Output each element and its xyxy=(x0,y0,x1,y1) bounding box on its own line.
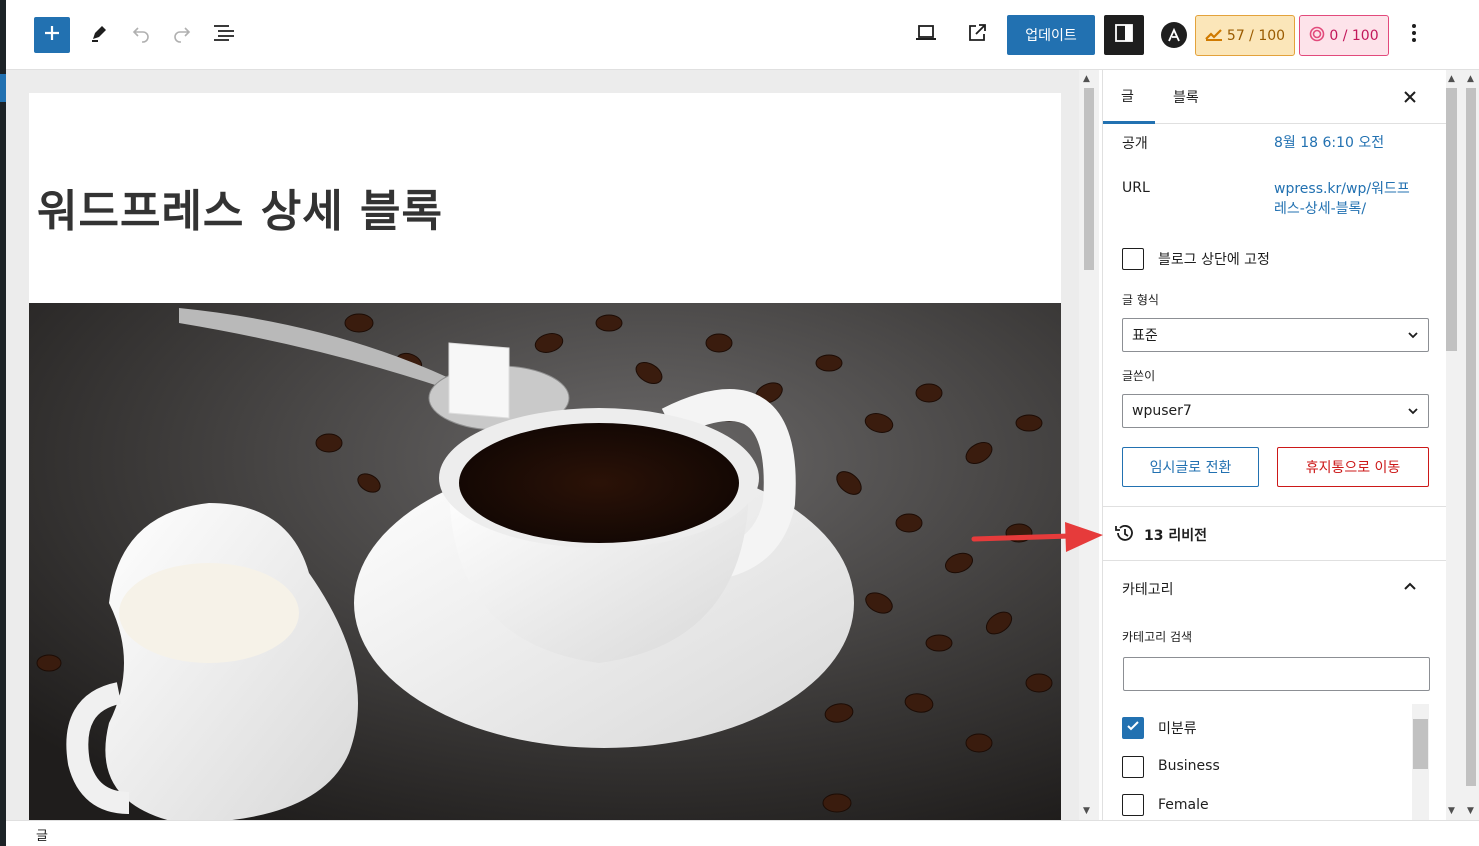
category-list-scrollbar[interactable] xyxy=(1412,704,1429,820)
chevron-down-icon xyxy=(1407,329,1419,345)
post-title[interactable]: 워드프레스 상세 블록 xyxy=(37,175,443,239)
coffee-photo xyxy=(29,303,1061,820)
featured-image-block[interactable] xyxy=(29,303,1061,820)
scroll-down-arrow-icon[interactable]: ▼ xyxy=(1467,806,1474,816)
category-label: Female xyxy=(1158,797,1209,813)
redo-button[interactable] xyxy=(164,17,200,53)
readability-icon xyxy=(1309,26,1325,46)
sidebar-scrollbar-thumb[interactable] xyxy=(1446,88,1457,351)
move-to-trash-label: 휴지통으로 이동 xyxy=(1305,460,1401,476)
options-button[interactable] xyxy=(1396,17,1432,53)
close-icon xyxy=(1403,85,1417,109)
settings-sidebar: 글 블록 공개 8월 18 6:10 오전 URL wpress.kr/wp/워… xyxy=(1102,70,1446,820)
sidebar-toggle-icon xyxy=(1114,23,1134,47)
preview-button[interactable] xyxy=(908,17,944,53)
visibility-label: 공개 xyxy=(1122,136,1148,152)
category-search-input[interactable] xyxy=(1123,657,1430,691)
move-to-trash-button[interactable]: 휴지통으로 이동 xyxy=(1277,447,1429,487)
category-search-label: 카테고리 검색 xyxy=(1122,630,1193,644)
breadcrumb-item-post[interactable]: 글 xyxy=(36,829,48,844)
scroll-up-arrow-icon[interactable]: ▲ xyxy=(1467,74,1474,84)
post-format-value: 표준 xyxy=(1132,328,1158,344)
settings-button[interactable] xyxy=(1104,15,1144,55)
close-sidebar-button[interactable] xyxy=(1397,84,1423,110)
post-format-select[interactable]: 표준 xyxy=(1122,318,1429,352)
category-checkbox-business[interactable] xyxy=(1122,756,1144,778)
external-link-icon xyxy=(967,23,987,47)
publish-date-link[interactable]: 8월 18 6:10 오전 xyxy=(1274,133,1384,153)
update-button[interactable]: 업데이트 xyxy=(1007,15,1095,55)
update-label: 업데이트 xyxy=(1025,28,1077,44)
category-label: 미분류 xyxy=(1158,721,1197,737)
category-checkbox-female[interactable] xyxy=(1122,794,1144,816)
annotation-arrow-icon xyxy=(970,512,1105,564)
seo-score-text: 57 / 100 xyxy=(1226,27,1286,44)
tab-post[interactable]: 글 xyxy=(1103,70,1155,124)
tools-button[interactable] xyxy=(81,17,117,53)
url-label: URL xyxy=(1122,180,1150,196)
categories-panel-title[interactable]: 카테고리 xyxy=(1122,579,1174,599)
pencil-icon xyxy=(89,23,109,47)
chevron-down-icon xyxy=(1407,405,1419,421)
plus-icon xyxy=(42,22,62,48)
history-icon xyxy=(1114,522,1136,548)
chevron-up-icon xyxy=(1403,578,1417,597)
category-label: Business xyxy=(1158,758,1220,774)
readability-score-text: 0 / 100 xyxy=(1329,27,1379,44)
astra-settings-button[interactable] xyxy=(1154,15,1194,55)
scroll-up-arrow-icon[interactable]: ▲ xyxy=(1448,74,1455,84)
editor-canvas: 워드프레스 상세 블록 xyxy=(6,70,1085,820)
category-checkbox-uncategorized[interactable] xyxy=(1122,717,1144,739)
revisions-link[interactable]: 13 리비전 xyxy=(1114,522,1207,548)
tab-block[interactable]: 블록 xyxy=(1173,70,1213,124)
redo-icon xyxy=(172,23,192,47)
permalink-line-1: wpress.kr/wp/워드프 xyxy=(1274,181,1410,197)
panel-divider xyxy=(1103,560,1446,561)
switch-to-draft-button[interactable]: 임시글로 전환 xyxy=(1122,447,1259,487)
scroll-up-arrow-icon[interactable]: ▲ xyxy=(1083,74,1090,84)
list-view-button[interactable] xyxy=(206,17,242,53)
block-breadcrumb: 글 xyxy=(6,820,1479,846)
scroll-down-arrow-icon[interactable]: ▼ xyxy=(1448,806,1455,816)
canvas-scrollbar-thumb[interactable] xyxy=(1084,88,1094,270)
author-value: wpuser7 xyxy=(1132,403,1192,419)
post-format-label: 글 형식 xyxy=(1122,293,1159,307)
sticky-checkbox[interactable] xyxy=(1122,248,1144,270)
sticky-label: 블로그 상단에 고정 xyxy=(1158,252,1270,268)
tab-post-label: 글 xyxy=(1121,88,1134,105)
tab-block-label: 블록 xyxy=(1173,90,1199,106)
undo-button[interactable] xyxy=(123,17,159,53)
switch-to-draft-label: 임시글로 전환 xyxy=(1149,460,1232,476)
undo-icon xyxy=(131,23,151,47)
seo-score-button[interactable]: 57 / 100 xyxy=(1195,15,1295,56)
view-post-button[interactable] xyxy=(959,17,995,53)
list-view-icon xyxy=(213,24,235,46)
permalink-link[interactable]: wpress.kr/wp/워드프 레스-상세-블록/ xyxy=(1274,179,1410,219)
editor-toolbar: 업데이트 57 / 100 0 / 100 xyxy=(6,0,1479,70)
laptop-icon xyxy=(915,24,937,46)
readability-score-button[interactable]: 0 / 100 xyxy=(1299,15,1389,56)
editor-page: 워드프레스 상세 블록 xyxy=(29,93,1061,820)
checkmark-icon xyxy=(1125,718,1141,738)
panel-divider xyxy=(1103,506,1446,507)
page-scrollbar[interactable]: ▲ ▼ xyxy=(1466,70,1479,820)
permalink-line-2: 레스-상세-블록/ xyxy=(1274,201,1367,217)
canvas-scrollbar[interactable]: ▲ ▼ xyxy=(1079,70,1099,820)
add-block-button[interactable] xyxy=(34,17,70,53)
category-list-scrollbar-thumb[interactable] xyxy=(1413,719,1428,769)
more-vertical-icon xyxy=(1411,23,1417,48)
astra-logo-icon xyxy=(1161,22,1187,48)
categories-toggle[interactable] xyxy=(1403,578,1417,597)
seo-chart-icon xyxy=(1205,27,1223,45)
sidebar-scrollbar[interactable]: ▲ ▼ xyxy=(1446,70,1466,820)
revisions-label: 13 리비전 xyxy=(1144,528,1207,544)
sidebar-tabs: 글 블록 xyxy=(1103,70,1446,124)
author-select[interactable]: wpuser7 xyxy=(1122,394,1429,428)
author-label: 글쓴이 xyxy=(1122,369,1156,383)
scroll-down-arrow-icon[interactable]: ▼ xyxy=(1083,806,1090,816)
page-scrollbar-thumb[interactable] xyxy=(1466,88,1476,786)
